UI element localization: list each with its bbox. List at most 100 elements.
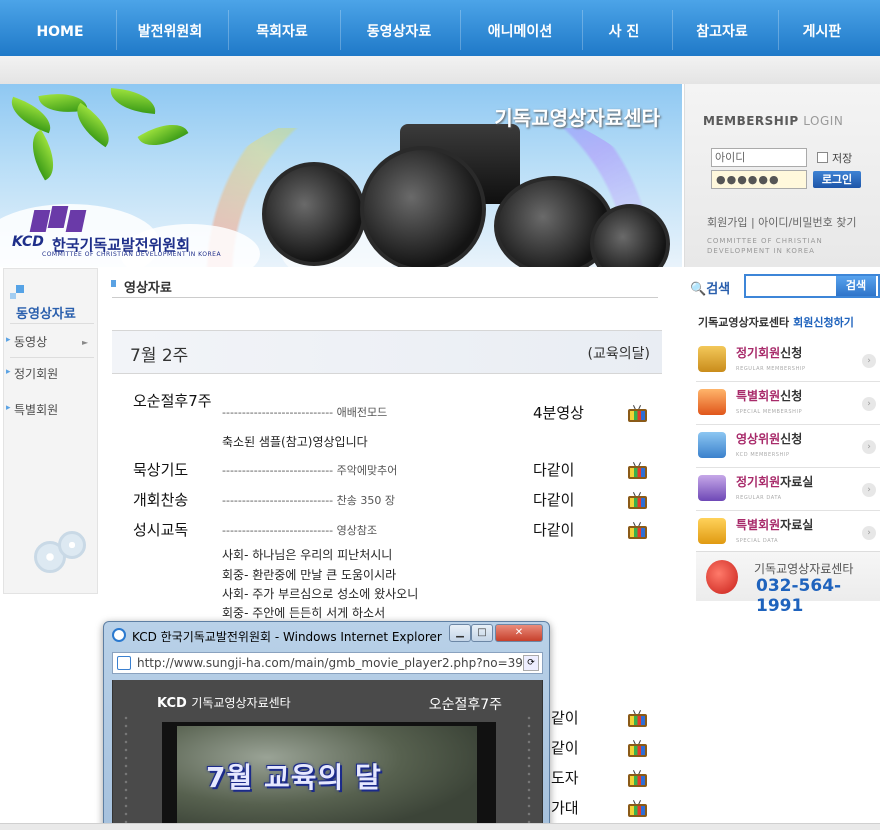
program-value: 다같이	[533, 461, 575, 479]
user-id-field[interactable]: 아이디	[711, 148, 807, 167]
divider	[10, 357, 94, 358]
window-title: KCD 한국기독교발전위원회 - Windows Internet Explor…	[132, 630, 442, 644]
contact-number[interactable]: 032-564-1991	[756, 576, 880, 616]
search-icon: 🔍	[690, 282, 707, 297]
tv-icon[interactable]	[628, 710, 647, 727]
search-button[interactable]: 검색	[836, 276, 876, 296]
member-join-line: 기독교영상자료센타 회원신청하기	[698, 316, 854, 329]
left-menu-item-regular[interactable]: 정기회원	[6, 365, 94, 382]
video-player-popup-window[interactable]: KCD 한국기독교발전위원회 - Windows Internet Explor…	[103, 621, 550, 830]
membership-heading: MEMBERSHIP LOGIN	[703, 114, 844, 128]
nav-animation[interactable]: 애니메이션	[470, 0, 570, 56]
sample-note: 축소된 샘플(참고)영상입니다	[222, 435, 368, 449]
program-value-partial: 같이	[551, 739, 579, 757]
tv-icon[interactable]	[628, 522, 647, 539]
week-label: 7월 2주	[130, 346, 189, 366]
compatibility-icon[interactable]: ⟳	[523, 655, 539, 671]
books-icon	[698, 346, 726, 372]
program-name: 성시교독	[133, 521, 189, 539]
nav-divider	[672, 10, 673, 50]
right-menu-special-apply[interactable]: 특별회원신청 SPECIAL MEMBERSHIP ›	[696, 383, 880, 425]
program-value: 다같이	[533, 521, 575, 539]
maximize-button[interactable]: □	[471, 624, 493, 642]
account-links[interactable]: 회원가입 | 아이디/비밀번호 찾기	[707, 214, 856, 230]
video-caption: 7월 교육의 달	[206, 761, 382, 794]
program-name: 개회찬송	[133, 491, 189, 509]
nav-references[interactable]: 참고자료	[680, 0, 764, 56]
right-menu-regular-apply[interactable]: 정기회원신청 REGULAR MEMBERSHIP ›	[696, 340, 880, 382]
program-detail: ---------------------------- 애배전모드	[222, 406, 388, 419]
right-menu-video-committee-apply[interactable]: 영상위원신청 KCD MEMBERSHIP ›	[696, 426, 880, 468]
program-value-partial: 같이	[551, 709, 579, 727]
address-bar[interactable]: http://www.sungji-ha.com/main/gmb_movie_…	[112, 652, 543, 674]
chevron-right-icon: ›	[862, 526, 876, 540]
nav-home[interactable]: HOME	[20, 0, 100, 56]
nav-divider	[582, 10, 583, 50]
tv-icon[interactable]	[628, 462, 647, 479]
nav-divider	[778, 10, 779, 50]
browser-icon	[112, 628, 126, 642]
tv-icon[interactable]	[628, 492, 647, 509]
nav-committee[interactable]: 발전위원회	[124, 0, 216, 56]
program-name: 묵상기도	[133, 461, 189, 479]
membership-login-panel: MEMBERSHIP LOGIN 아이디 ●●●●●● 저장 로그인 회원가입 …	[684, 84, 880, 267]
nav-video-materials[interactable]: 동영상자료	[350, 0, 448, 56]
login-button[interactable]: 로그인	[813, 171, 861, 188]
tv-icon[interactable]	[628, 770, 647, 787]
program-value: 4분영상	[533, 404, 584, 422]
video-player[interactable]: KCD 기독교영상자료센타 오순절후7주 7월 교육의 달	[112, 680, 543, 830]
chevron-right-icon: ›	[862, 354, 876, 368]
left-menu-item-video[interactable]: 동영상	[6, 333, 94, 350]
nav-divider	[460, 10, 461, 50]
nav-photos[interactable]: 사 진	[592, 0, 656, 56]
responsive-line: 회중- 환란중에 만날 큰 도움이시라	[222, 568, 397, 582]
kcd-logo[interactable]: KCD 한국기독교발전위원회 COMMITTEE OF CHRISTIAN DE…	[12, 206, 242, 260]
film-strip-left	[123, 714, 129, 830]
close-button[interactable]: ✕	[495, 624, 543, 642]
contact-label: 기독교영상자료센타	[754, 562, 854, 576]
program-value-partial: 가대	[551, 799, 579, 817]
chevron-right-icon: ►	[82, 338, 89, 347]
program-value: 다같이	[533, 491, 575, 509]
cd-icon	[58, 531, 86, 559]
month-theme: (교육의달)	[587, 346, 650, 362]
nav-pastor-materials[interactable]: 목회자료	[238, 0, 326, 56]
program-detail: ---------------------------- 주악에맞추어	[222, 464, 398, 477]
tv-icon[interactable]	[628, 800, 647, 817]
responsive-line: 회중- 주안에 든든히 서게 하소서	[222, 606, 386, 620]
join-link[interactable]: 회원신청하기	[793, 316, 854, 329]
tv-icon[interactable]	[628, 405, 647, 422]
video-frame[interactable]: 7월 교육의 달	[162, 722, 496, 830]
chevron-right-icon: ›	[862, 397, 876, 411]
phone-icon	[706, 560, 738, 594]
search-area: 🔍검색 검색	[684, 272, 880, 300]
committee-caption: COMMITTEE OF CHRISTIAN DEVELOPMENT IN KO…	[707, 237, 823, 255]
nav-divider	[116, 10, 117, 50]
program-value-partial: 도자	[551, 769, 579, 787]
nav-divider	[340, 10, 341, 50]
program-detail: ---------------------------- 찬송 350 장	[222, 494, 395, 507]
responsive-line: 사회- 주가 부르심으로 성소에 왔사오니	[222, 587, 419, 601]
nav-divider	[228, 10, 229, 50]
tv-icon[interactable]	[628, 740, 647, 757]
minimize-button[interactable]: ▁	[449, 624, 471, 642]
camera-lens-graphic	[262, 162, 366, 266]
browser-status-bar	[0, 823, 880, 830]
responsive-line: 사회- 하나님은 우리의 피난처시니	[222, 548, 393, 562]
left-menu-title: 동영상자료	[16, 307, 76, 322]
save-id-checkbox[interactable]	[817, 152, 828, 163]
save-id-label: 저장	[832, 152, 853, 165]
leaf-graphic	[21, 129, 65, 181]
left-menu: 동영상자료 동영상 ► 정기회원 특별회원	[3, 268, 98, 594]
divider	[10, 323, 94, 324]
nav-board[interactable]: 게시판	[786, 0, 858, 56]
left-menu-item-special[interactable]: 특별회원	[6, 401, 94, 418]
address-url[interactable]: http://www.sungji-ha.com/main/gmb_movie_…	[137, 656, 523, 670]
password-field[interactable]: ●●●●●●	[711, 170, 807, 189]
chevron-right-icon: ›	[862, 440, 876, 454]
right-menu-regular-data[interactable]: 정기회원자료실 REGULAR DATA ›	[696, 469, 880, 511]
right-menu-special-data[interactable]: 특별회원자료실 SPECIAL DATA ›	[696, 512, 880, 554]
logo-abbrev: KCD	[12, 234, 44, 250]
week-header: 7월 2주 (교육의달)	[112, 330, 662, 374]
player-brand: KCD 기독교영상자료센타	[157, 696, 291, 711]
